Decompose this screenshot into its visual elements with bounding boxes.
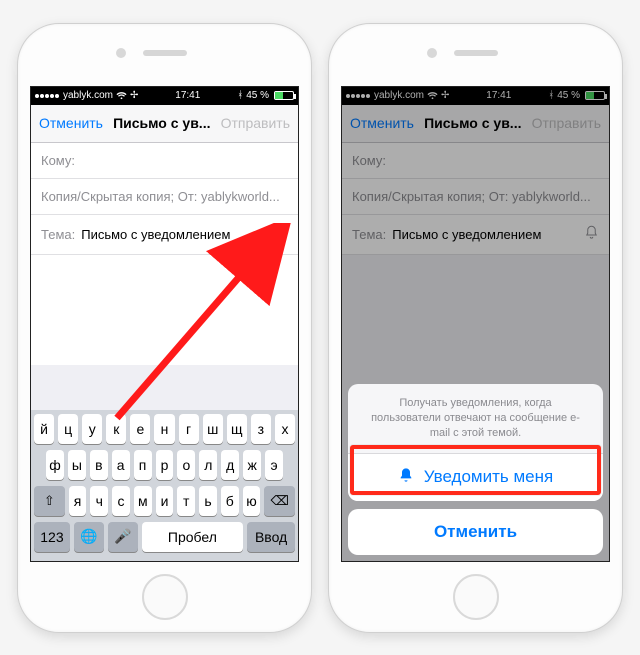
home-button[interactable] <box>453 574 499 620</box>
screen-left: yablyk.com ✢ 17:41 ᚼ 45 % Отменить Письм… <box>30 86 299 562</box>
key-ф[interactable]: ф <box>46 450 64 480</box>
keyboard-row-3: ⇧ ячсмитьбю ⌫ <box>34 486 295 516</box>
send-button[interactable]: Отправить <box>221 115 290 131</box>
key-о[interactable]: о <box>177 450 195 480</box>
key-щ[interactable]: щ <box>227 414 247 444</box>
key-ж[interactable]: ж <box>243 450 261 480</box>
key-а[interactable]: а <box>112 450 130 480</box>
to-field[interactable]: Кому: <box>31 143 298 179</box>
action-sheet: Получать уведомления, когда пользователи… <box>348 384 603 555</box>
phone-speaker <box>143 50 187 56</box>
subject-label: Тема: <box>41 227 75 242</box>
phone-camera <box>116 48 126 58</box>
action-sheet-group: Получать уведомления, когда пользователи… <box>348 384 603 501</box>
subject-value: Письмо с уведомлением <box>81 227 260 242</box>
space-key[interactable]: Пробел <box>142 522 244 552</box>
backspace-key[interactable]: ⌫ <box>264 486 295 516</box>
status-time: 17:41 <box>175 90 200 101</box>
key-ч[interactable]: ч <box>90 486 108 516</box>
key-х[interactable]: х <box>275 414 295 444</box>
cancel-button[interactable]: Отменить <box>39 115 103 131</box>
key-д[interactable]: д <box>221 450 239 480</box>
key-и[interactable]: и <box>156 486 174 516</box>
bell-icon[interactable] <box>273 225 288 244</box>
enter-key[interactable]: Ввод <box>247 522 295 552</box>
key-ш[interactable]: ш <box>203 414 223 444</box>
shift-key[interactable]: ⇧ <box>34 486 65 516</box>
key-л[interactable]: л <box>199 450 217 480</box>
cc-bcc-from-text: Копия/Скрытая копия; От: yablykworld... <box>41 189 288 204</box>
text-cursor <box>266 227 267 241</box>
wifi-icon <box>116 91 127 100</box>
keyboard-row-1: йцукенгшщзх <box>34 414 295 444</box>
compose-form: Кому: Копия/Скрытая копия; От: yablykwor… <box>31 143 298 365</box>
phone-speaker <box>454 50 498 56</box>
cc-bcc-from-field[interactable]: Копия/Скрытая копия; От: yablykworld... <box>31 179 298 215</box>
mic-key[interactable]: 🎤 <box>108 522 138 552</box>
battery-percent: 45 % <box>246 90 269 101</box>
home-button[interactable] <box>142 574 188 620</box>
key-р[interactable]: р <box>156 450 174 480</box>
key-в[interactable]: в <box>90 450 108 480</box>
carrier-label: yablyk.com <box>63 90 113 101</box>
key-у[interactable]: у <box>82 414 102 444</box>
key-п[interactable]: п <box>134 450 152 480</box>
nav-title: Письмо с ув... <box>103 115 221 131</box>
keyboard: йцукенгшщзх фывапролджэ ⇧ ячсмитьбю ⌫ 12… <box>31 410 298 561</box>
iphone-left-mockup: yablyk.com ✢ 17:41 ᚼ 45 % Отменить Письм… <box>17 23 312 633</box>
key-з[interactable]: з <box>251 414 271 444</box>
nav-bar: Отменить Письмо с ув... Отправить <box>31 105 298 143</box>
key-я[interactable]: я <box>69 486 87 516</box>
key-г[interactable]: г <box>179 414 199 444</box>
key-б[interactable]: б <box>221 486 239 516</box>
battery-icon <box>274 91 294 100</box>
phone-camera <box>427 48 437 58</box>
iphone-right-mockup: yablyk.com ✢ 17:41 ᚼ 45 % Отменить Письм… <box>328 23 623 633</box>
key-с[interactable]: с <box>112 486 130 516</box>
key-е[interactable]: е <box>130 414 150 444</box>
signal-dots-icon <box>35 90 60 101</box>
key-н[interactable]: н <box>154 414 174 444</box>
status-bar: yablyk.com ✢ 17:41 ᚼ 45 % <box>31 87 298 105</box>
numbers-key[interactable]: 123 <box>34 522 70 552</box>
globe-key[interactable]: 🌐 <box>74 522 104 552</box>
loading-icon: ✢ <box>130 90 138 101</box>
action-sheet-message: Получать уведомления, когда пользователи… <box>348 384 603 453</box>
bluetooth-icon: ᚼ <box>237 90 243 101</box>
keyboard-row-2: фывапролджэ <box>34 450 295 480</box>
key-э[interactable]: э <box>265 450 283 480</box>
key-ю[interactable]: ю <box>243 486 261 516</box>
key-т[interactable]: т <box>177 486 195 516</box>
screen-right: yablyk.com ✢ 17:41 ᚼ 45 % Отменить Письм… <box>341 86 610 562</box>
subject-field[interactable]: Тема: Письмо с уведомлением <box>31 215 298 255</box>
bell-filled-icon <box>398 467 414 488</box>
message-body[interactable] <box>31 255 298 365</box>
keyboard-row-4: 123 🌐 🎤 Пробел Ввод <box>34 522 295 552</box>
key-ь[interactable]: ь <box>199 486 217 516</box>
to-label: Кому: <box>41 153 75 168</box>
action-sheet-cancel-button[interactable]: Отменить <box>348 509 603 555</box>
key-ц[interactable]: ц <box>58 414 78 444</box>
key-й[interactable]: й <box>34 414 54 444</box>
key-ы[interactable]: ы <box>68 450 86 480</box>
key-м[interactable]: м <box>134 486 152 516</box>
notify-me-button[interactable]: Уведомить меня <box>348 453 603 501</box>
notify-me-label: Уведомить меня <box>424 467 553 487</box>
key-к[interactable]: к <box>106 414 126 444</box>
